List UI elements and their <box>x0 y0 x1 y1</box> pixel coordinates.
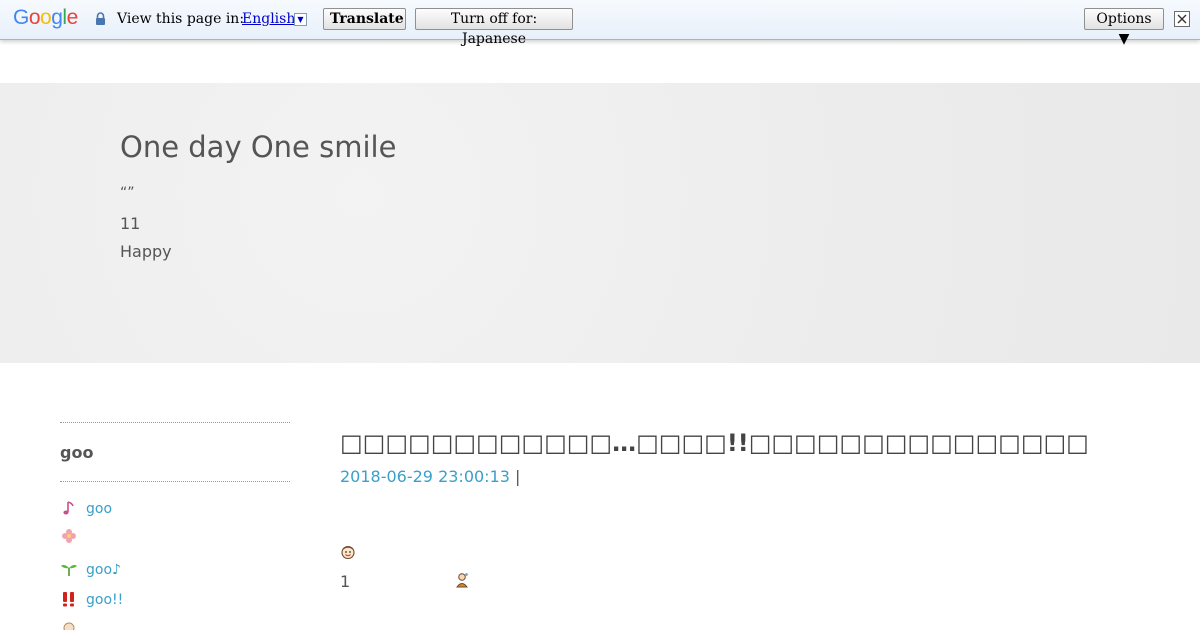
sprout-icon <box>61 564 77 576</box>
options-button[interactable]: Options ▼ <box>1084 8 1164 47</box>
sidebar-divider <box>60 422 290 423</box>
sidebar-item-label: goo♪ <box>86 562 121 578</box>
sidebar-item-label: goo <box>86 501 113 517</box>
sidebar-heading: goo <box>60 443 94 462</box>
sidebar-item[interactable]: goo <box>60 500 112 517</box>
post-line-number: 1 <box>340 572 351 591</box>
post-title[interactable]: □□□□□□□□□□□□…□□□□!!□□□□□□□□□□□□□□□ <box>340 429 1089 457</box>
smile-face-icon <box>341 545 355 560</box>
translate-bar: Google View this page in: English ▼ Tran… <box>0 0 1200 47</box>
logo-letter: o <box>40 6 52 29</box>
header-number: 11 <box>120 214 141 233</box>
logo-letter: o <box>28 6 41 29</box>
language-link[interactable]: English <box>242 11 295 27</box>
sidebar-divider <box>60 481 290 482</box>
partial-icon <box>63 622 75 630</box>
translate-button[interactable]: Translate <box>323 8 406 30</box>
site-header <box>0 83 1200 363</box>
language-dropdown-icon[interactable]: ▼ <box>294 13 307 26</box>
sidebar-item-label: goo!! <box>86 592 124 608</box>
double-exclamation-icon <box>63 592 74 607</box>
sidebar-item[interactable]: goo♪ <box>60 561 121 578</box>
logo-letter: e <box>66 6 79 29</box>
header-quote: “” <box>120 185 135 201</box>
google-logo: Google <box>13 6 78 30</box>
flower-icon <box>62 529 76 543</box>
close-icon[interactable] <box>1174 11 1190 27</box>
logo-letter: g <box>51 6 63 29</box>
post-meta: 2018-06-29 23:00:13 | <box>340 467 520 486</box>
close-icon-glyph <box>1177 14 1187 24</box>
sidebar-item[interactable] <box>60 528 86 545</box>
view-page-label: View this page in: <box>117 11 245 27</box>
post-meta-separator: | <box>515 467 521 486</box>
logo-letter: G <box>13 6 29 29</box>
header-tagline: Happy <box>120 242 172 261</box>
turn-off-button[interactable]: Turn off for: Japanese <box>415 8 573 47</box>
post-date-link[interactable]: 2018-06-29 23:00:13 <box>340 467 510 486</box>
character-icon <box>456 573 468 588</box>
sidebar-item[interactable]: goo!! <box>60 591 123 608</box>
lock-icon <box>96 12 105 25</box>
music-note-icon <box>63 501 74 515</box>
site-title[interactable]: One day One smile <box>120 130 396 164</box>
